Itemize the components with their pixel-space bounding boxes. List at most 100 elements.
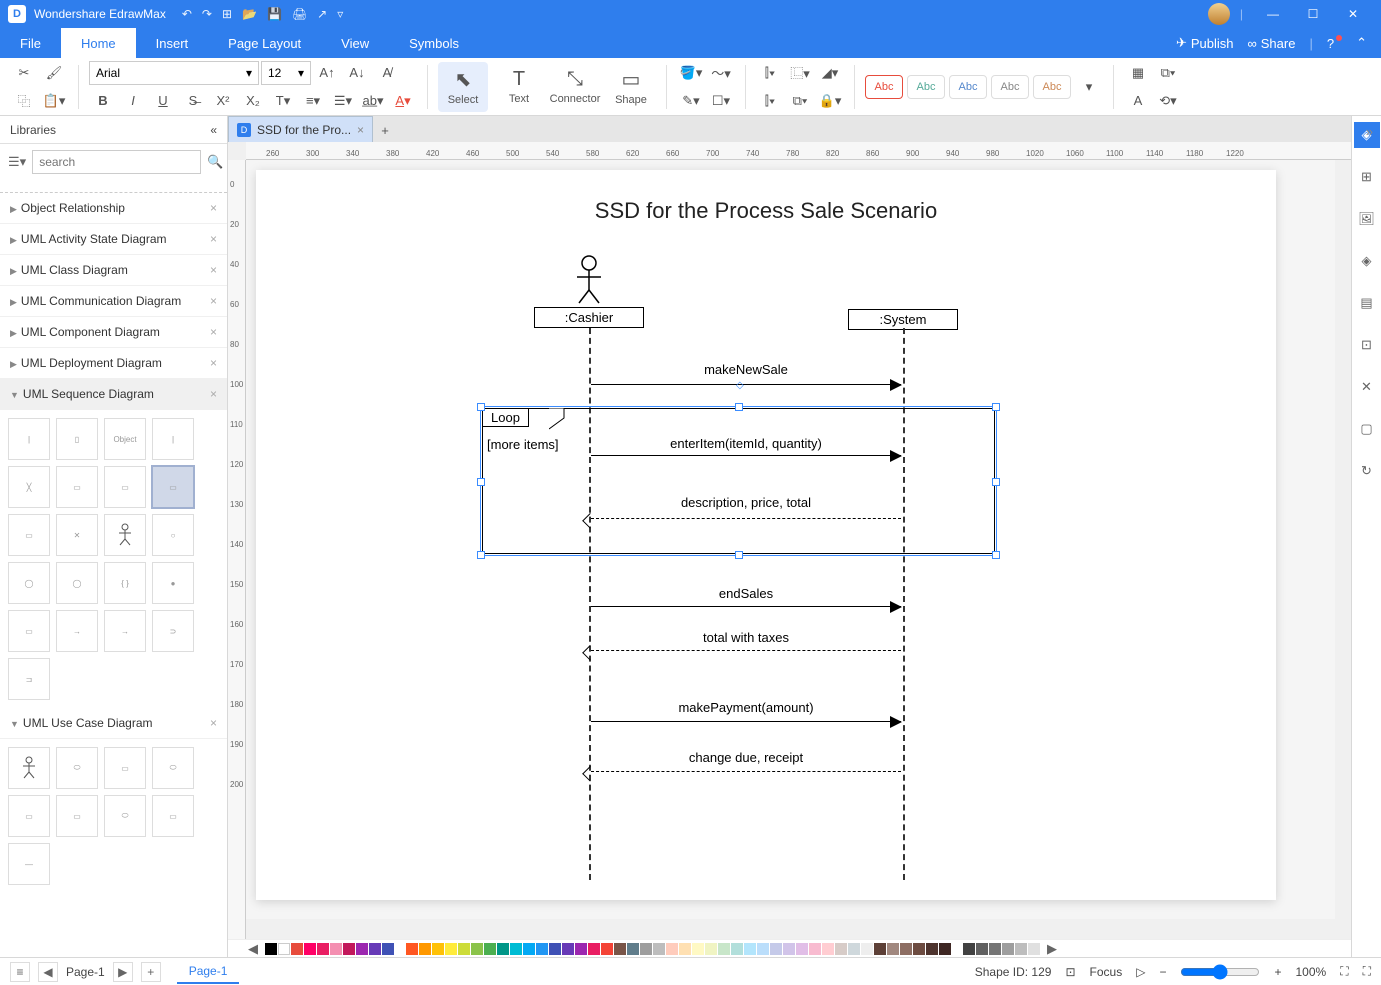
- group-icon[interactable]: ⿺▾: [786, 60, 814, 86]
- msg-total[interactable]: total with taxes: [591, 630, 901, 645]
- redo-icon[interactable]: ↷: [202, 7, 212, 21]
- cashier-actor[interactable]: :Cashier: [534, 255, 644, 328]
- close-tab-icon[interactable]: ×: [357, 123, 364, 137]
- shape-alt[interactable]: ▭: [104, 466, 146, 508]
- align-icon[interactable]: ≡▾: [299, 88, 327, 114]
- zoom-in-icon[interactable]: +: [1274, 965, 1281, 979]
- color-swatch[interactable]: [510, 943, 522, 955]
- arrow-makenewsale[interactable]: [591, 384, 901, 385]
- color-swatch[interactable]: [304, 943, 316, 955]
- print-icon[interactable]: 🖨: [292, 7, 307, 21]
- category-uml-communication[interactable]: ▶UML Communication Diagram×: [0, 286, 227, 317]
- shape-note[interactable]: ▭: [8, 610, 50, 652]
- collapse-panel-icon[interactable]: «: [210, 123, 217, 137]
- shape-object[interactable]: Object: [104, 418, 146, 460]
- shape-lifeline2[interactable]: |: [152, 418, 194, 460]
- color-swatch[interactable]: [627, 943, 639, 955]
- color-swatch[interactable]: [874, 943, 886, 955]
- shape-uc-line[interactable]: —: [8, 843, 50, 885]
- shape-tool[interactable]: ▭Shape: [606, 62, 656, 112]
- list-icon[interactable]: ☰▾: [329, 88, 357, 114]
- shape-return[interactable]: ⊐: [8, 658, 50, 700]
- color-swatch[interactable]: [575, 943, 587, 955]
- superscript-icon[interactable]: X²: [209, 88, 237, 114]
- font-style-icon[interactable]: A: [1124, 88, 1152, 114]
- tab-symbols[interactable]: Symbols: [389, 28, 479, 58]
- category-uml-class[interactable]: ▶UML Class Diagram×: [0, 255, 227, 286]
- shape-x[interactable]: ✕: [56, 514, 98, 556]
- zoom-out-icon[interactable]: −: [1159, 965, 1166, 979]
- system-actor[interactable]: :System: [848, 307, 958, 330]
- canvas[interactable]: SSD for the Process Sale Scenario :Cashi…: [246, 160, 1335, 919]
- color-swatch[interactable]: [317, 943, 329, 955]
- style-preset-2[interactable]: Abc: [907, 75, 945, 99]
- play-icon[interactable]: ▷: [1136, 965, 1145, 979]
- color-swatch[interactable]: [887, 943, 899, 955]
- paste-icon[interactable]: 📋▾: [40, 88, 68, 114]
- tab-page-layout[interactable]: Page Layout: [208, 28, 321, 58]
- color-swatch[interactable]: [369, 943, 381, 955]
- color-swatch[interactable]: [445, 943, 457, 955]
- next-page-icon[interactable]: ▶: [113, 962, 133, 982]
- distribute-icon[interactable]: ⫿▾: [756, 88, 784, 114]
- replace-icon[interactable]: ⟲▾: [1154, 88, 1182, 114]
- fill-icon[interactable]: 🪣▾: [677, 60, 705, 86]
- color-swatch[interactable]: [744, 943, 756, 955]
- color-swatch[interactable]: [653, 943, 665, 955]
- color-swatch[interactable]: [291, 943, 303, 955]
- layers-panel-icon[interactable]: ◈: [1354, 248, 1380, 274]
- bold-icon[interactable]: B: [89, 88, 117, 114]
- share-button[interactable]: ∞ Share: [1247, 36, 1295, 51]
- color-swatch[interactable]: [809, 943, 821, 955]
- category-uml-component[interactable]: ▶UML Component Diagram×: [0, 317, 227, 348]
- shape-semicircle[interactable]: ⊃: [152, 610, 194, 652]
- tab-insert[interactable]: Insert: [136, 28, 209, 58]
- insert-table-icon[interactable]: ▦: [1124, 60, 1152, 86]
- color-swatch[interactable]: [562, 943, 574, 955]
- history-panel-icon[interactable]: ↻: [1354, 458, 1380, 484]
- qat-more-icon[interactable]: ▿: [337, 7, 343, 21]
- color-swatch[interactable]: [549, 943, 561, 955]
- style-preset-5[interactable]: Abc: [1033, 75, 1071, 99]
- close-button[interactable]: ✕: [1333, 7, 1373, 21]
- connector-tool[interactable]: ⤡Connector: [550, 62, 600, 112]
- color-swatch[interactable]: [536, 943, 548, 955]
- color-swatch[interactable]: [963, 943, 975, 955]
- shape-frame[interactable]: ▭: [56, 466, 98, 508]
- color-swatch[interactable]: [757, 943, 769, 955]
- focus-label[interactable]: Focus: [1090, 965, 1123, 979]
- shadow-icon[interactable]: ☐▾: [707, 88, 735, 114]
- color-swatch[interactable]: [640, 943, 652, 955]
- category-uml-sequence[interactable]: ▼UML Sequence Diagram×: [0, 379, 227, 410]
- lock-icon[interactable]: 🔒▾: [816, 88, 844, 114]
- diagram-title[interactable]: SSD for the Process Sale Scenario: [256, 198, 1276, 224]
- color-next-icon[interactable]: ▶: [1047, 941, 1057, 957]
- copy-icon[interactable]: ⿻: [10, 88, 38, 114]
- category-uml-activity[interactable]: ▶UML Activity State Diagram×: [0, 224, 227, 255]
- flip-icon[interactable]: ◢▾: [816, 60, 844, 86]
- color-swatch[interactable]: [770, 943, 782, 955]
- color-swatch[interactable]: [861, 943, 873, 955]
- color-swatch[interactable]: [265, 943, 277, 955]
- shape-rect[interactable]: ▭: [8, 514, 50, 556]
- size-icon[interactable]: ⧉▾: [786, 88, 814, 114]
- connection-point-icon[interactable]: ◇: [736, 380, 744, 391]
- style-preset-1[interactable]: Abc: [865, 75, 903, 99]
- page-tab[interactable]: Page-1: [177, 960, 240, 984]
- shape-activation[interactable]: ▯: [56, 418, 98, 460]
- color-swatch[interactable]: [406, 943, 418, 955]
- focus-target-icon[interactable]: ⊡: [1065, 965, 1075, 979]
- strike2-icon[interactable]: a̲b̲▾: [359, 88, 387, 114]
- zoom-level[interactable]: 100%: [1295, 965, 1326, 979]
- color-swatch[interactable]: [913, 943, 925, 955]
- zoom-slider[interactable]: [1180, 964, 1260, 980]
- align-objects-icon[interactable]: ⫿▾: [756, 60, 784, 86]
- arrow-total[interactable]: [591, 650, 901, 651]
- document-tab[interactable]: D SSD for the Pro... ×: [228, 116, 373, 142]
- subscript-icon[interactable]: X₂: [239, 88, 267, 114]
- crop-icon[interactable]: ⧉▾: [1154, 60, 1182, 86]
- color-swatch[interactable]: [330, 943, 342, 955]
- style-more-icon[interactable]: ▾: [1075, 74, 1103, 100]
- color-swatch[interactable]: [1015, 943, 1027, 955]
- color-swatch[interactable]: [523, 943, 535, 955]
